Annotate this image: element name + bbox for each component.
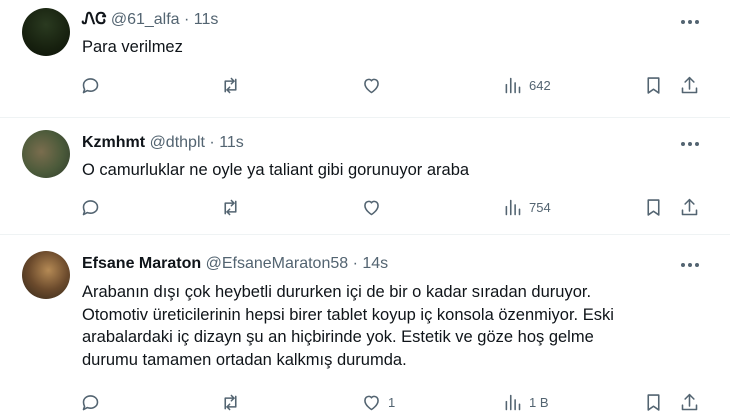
heart-icon [364, 395, 379, 411]
tweet-text-line: arabalardaki iç dizayn şu an hiçbirinde … [82, 328, 594, 346]
reply-icon [82, 395, 99, 411]
like-button[interactable] [361, 75, 388, 96]
retweet-icon [224, 77, 237, 94]
tweet-text-line: Para verilmez [82, 38, 183, 56]
like-button[interactable] [361, 197, 388, 218]
tweet-header: Efsane Maraton @EfsaneMaraton58 · 14s [82, 254, 388, 274]
tweet-text-line: Otomotiv üreticilerinin hepsi birer tabl… [82, 305, 614, 324]
timestamp[interactable]: 11s [219, 134, 244, 151]
analytics-icon [505, 199, 521, 216]
share-button[interactable] [679, 392, 700, 413]
separator-dot: · [184, 11, 190, 28]
retweet-icon [224, 394, 237, 411]
share-button[interactable] [679, 75, 700, 96]
bookmark-button[interactable] [643, 392, 664, 413]
tweet[interactable]: Efsane Maraton @EfsaneMaraton58 · 14s Ar… [0, 235, 730, 420]
tweet-text-line: durumu tamamen ortadan kalkmış durumda. [82, 350, 407, 369]
display-name[interactable]: ᏁᏣ [82, 11, 106, 28]
reply-icon [82, 200, 99, 216]
retweet-button[interactable] [220, 197, 241, 218]
timestamp[interactable]: 14s [362, 255, 388, 272]
user-handle[interactable]: @61_alfa [111, 11, 180, 28]
tweet-text-line: O camurluklar ne oyle ya taliant gibi go… [82, 161, 470, 179]
user-handle[interactable]: @dthplt [150, 134, 205, 151]
heart-icon [364, 78, 379, 94]
view-count: 754 [529, 200, 551, 215]
more-options-icon[interactable] [672, 134, 708, 154]
separator-dot: · [209, 134, 215, 151]
action-bar: 1 1 B [0, 392, 730, 420]
tweet-text: Para verilmez [82, 36, 183, 59]
tweet-text: O camurluklar ne oyle ya taliant gibi go… [82, 159, 469, 182]
bookmark-button[interactable] [643, 75, 664, 96]
view-count: 1 B [529, 395, 549, 410]
tweet[interactable]: ᏁᏣ @61_alfa · 11s Para verilmez 642 [0, 0, 730, 118]
display-name[interactable]: Efsane Maraton [82, 255, 201, 272]
user-handle[interactable]: @EfsaneMaraton58 [206, 255, 349, 272]
action-bar: 754 [0, 197, 730, 225]
tweet-text-line: Arabanın dışı çok heybetli dururken içi … [82, 283, 592, 301]
bookmark-button[interactable] [643, 197, 664, 218]
bookmark-icon [647, 77, 660, 94]
avatar[interactable] [22, 8, 70, 56]
reply-button[interactable] [80, 197, 101, 218]
reply-icon [82, 78, 99, 94]
share-button[interactable] [679, 197, 700, 218]
share-icon [681, 393, 698, 411]
more-options-icon[interactable] [672, 12, 708, 32]
tweet[interactable]: Kzmhmt @dthplt · 11s O camurluklar ne oy… [0, 118, 730, 235]
bookmark-icon [647, 199, 660, 216]
tweet-text: Arabanın dışı çok heybetli dururken içi … [82, 281, 614, 371]
timestamp[interactable]: 11s [194, 11, 219, 28]
views-button[interactable]: 1 B [502, 392, 549, 413]
tweet-header: Kzmhmt @dthplt · 11s [82, 133, 244, 153]
retweet-button[interactable] [220, 392, 241, 413]
share-icon [681, 76, 698, 94]
analytics-icon [505, 77, 521, 94]
avatar[interactable] [22, 251, 70, 299]
views-button[interactable]: 642 [502, 75, 551, 96]
separator-dot: · [352, 255, 358, 272]
heart-icon [364, 200, 379, 216]
views-button[interactable]: 754 [502, 197, 551, 218]
like-button[interactable]: 1 [361, 392, 395, 413]
share-icon [681, 198, 698, 216]
retweet-icon [224, 199, 237, 216]
action-bar: 642 [0, 75, 730, 103]
view-count: 642 [529, 78, 551, 93]
more-options-icon[interactable] [672, 255, 708, 275]
analytics-icon [505, 394, 521, 411]
reply-button[interactable] [80, 75, 101, 96]
avatar[interactable] [22, 130, 70, 178]
tweet-header: ᏁᏣ @61_alfa · 11s [82, 10, 218, 30]
retweet-button[interactable] [220, 75, 241, 96]
display-name[interactable]: Kzmhmt [82, 134, 145, 151]
like-count: 1 [388, 395, 396, 410]
reply-button[interactable] [80, 392, 101, 413]
bookmark-icon [647, 394, 660, 411]
